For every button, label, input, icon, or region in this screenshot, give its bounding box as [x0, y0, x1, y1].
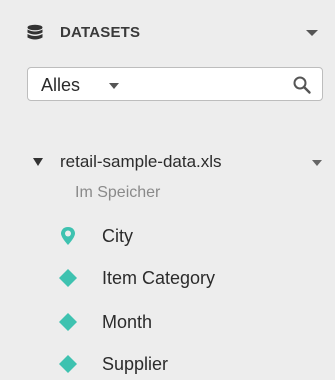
datasets-header: DATASETS — [0, 18, 335, 48]
chevron-down-icon[interactable] — [311, 158, 323, 167]
dimension-diamond-icon — [59, 313, 77, 331]
caret-down-icon[interactable] — [108, 82, 120, 90]
field-item[interactable]: Month — [0, 308, 335, 336]
field-label: Month — [102, 312, 153, 332]
field-label: Item Category — [102, 268, 216, 288]
dataset-storage-status: Im Speicher — [75, 184, 161, 201]
datasets-panel: DATASETS Alles retail-sample-data.xls Im… — [0, 0, 335, 380]
chevron-down-icon[interactable] — [305, 27, 319, 39]
database-icon — [27, 24, 43, 40]
field-label: Supplier — [102, 354, 169, 374]
panel-title: DATASETS — [60, 24, 141, 41]
field-item[interactable]: Item Category — [0, 264, 335, 292]
search-icon[interactable] — [292, 75, 312, 95]
dimension-diamond-icon — [59, 269, 77, 287]
dataset-filter[interactable]: Alles — [27, 67, 323, 101]
field-item[interactable]: City — [0, 222, 335, 250]
dimension-diamond-icon — [59, 355, 77, 373]
filter-select-value[interactable]: Alles — [41, 75, 80, 96]
expand-triangle-icon[interactable] — [32, 157, 44, 167]
geo-pin-icon — [61, 227, 75, 245]
field-label: City — [102, 226, 133, 246]
dataset-item[interactable]: retail-sample-data.xls — [0, 150, 335, 176]
field-item[interactable]: Supplier — [0, 350, 335, 378]
dataset-name[interactable]: retail-sample-data.xls — [60, 152, 222, 172]
